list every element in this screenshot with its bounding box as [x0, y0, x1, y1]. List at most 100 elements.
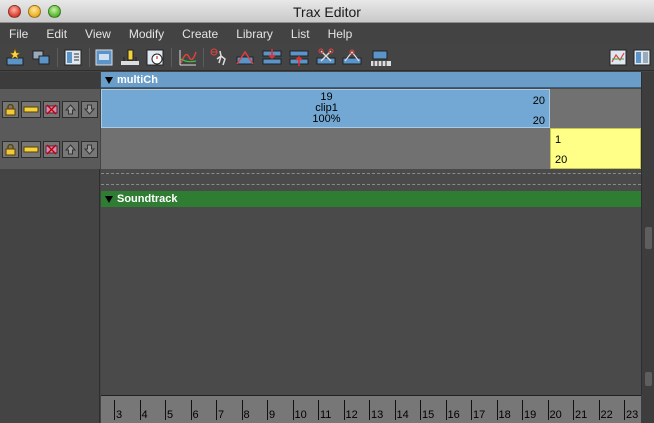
title-bar: Trax Editor — [0, 0, 654, 23]
ruler-label: 7 — [218, 409, 225, 421]
ruler-label: 16 — [447, 409, 460, 421]
graph-editor-icon[interactable] — [62, 47, 84, 68]
ruler-label: 8 — [243, 409, 250, 421]
time-ruler[interactable]: 3 4 5 6 7 8 9 10 11 12 13 14 15 16 17 18 19 20 21 22 23 — [101, 395, 641, 423]
ruler-tick — [190, 400, 192, 420]
scrollbar-thumb[interactable] — [645, 227, 652, 249]
blend-icon[interactable] — [234, 47, 256, 68]
ruler-tick — [114, 400, 115, 420]
toolbar — [0, 44, 654, 71]
clip2-end-frame: 20 — [555, 154, 568, 166]
ruler-tick — [471, 400, 472, 420]
ruler-tick — [445, 400, 447, 420]
ruler-tick — [216, 400, 217, 420]
lock-icon[interactable] — [2, 141, 19, 158]
ruler-label: 4 — [141, 409, 148, 421]
clip-scale: 100% — [312, 113, 341, 125]
ruler-tick — [241, 400, 243, 420]
frame-all-icon[interactable] — [93, 47, 115, 68]
menu-bar: File Edit View Modify Create Library Lis… — [0, 23, 654, 44]
move-down-icon[interactable] — [81, 101, 98, 118]
ruler-tick — [139, 400, 141, 420]
multich-label: multiCh — [117, 74, 158, 86]
ruler-label: 19 — [524, 409, 537, 421]
timer-icon[interactable] — [144, 47, 166, 68]
track-remove-icon[interactable] — [288, 47, 310, 68]
panel-icon[interactable] — [631, 47, 653, 68]
soundtrack-label: Soundtrack — [117, 193, 178, 205]
solo-icon[interactable] — [21, 101, 41, 118]
lock-icon[interactable] — [2, 101, 19, 118]
scrollbar-thumb-bottom[interactable] — [645, 372, 652, 386]
merge-clips-icon[interactable] — [30, 47, 52, 68]
clip-end-frame-bottom: 20 — [532, 115, 545, 127]
clip2[interactable]: 1 20 — [550, 128, 641, 169]
soundtrack-header[interactable]: Soundtrack — [101, 191, 641, 207]
move-up-icon[interactable] — [62, 101, 79, 118]
clip2-start-frame: 1 — [555, 134, 562, 146]
menu-modify[interactable]: Modify — [129, 27, 164, 41]
ruler-label: 3 — [116, 409, 123, 421]
divider-line — [101, 173, 641, 174]
menu-view[interactable]: View — [85, 27, 111, 41]
ruler-label: 15 — [422, 409, 435, 421]
character-icon[interactable] — [208, 47, 230, 68]
ruler-tick — [522, 400, 523, 420]
ruler-tick — [318, 400, 319, 420]
menu-library[interactable]: Library — [236, 27, 273, 41]
track-controls-panel — [0, 72, 100, 423]
clip-end-frame-top: 20 — [532, 95, 545, 107]
menu-edit[interactable]: Edit — [46, 27, 67, 41]
multich-track-header[interactable]: multiCh — [101, 72, 641, 88]
divider-line — [101, 184, 641, 185]
menu-list[interactable]: List — [291, 27, 310, 41]
ruler-label: 11 — [320, 409, 332, 421]
ruler-tick — [496, 400, 498, 420]
ruler-label: 5 — [167, 409, 174, 421]
track-add-icon[interactable] — [261, 47, 283, 68]
scissors-icon[interactable] — [315, 47, 337, 68]
ruler-tick — [394, 400, 396, 420]
track-controls-multich-2 — [0, 129, 100, 169]
ruler-corner — [641, 395, 654, 423]
scissors-split-icon[interactable] — [341, 47, 363, 68]
mute-icon[interactable] — [43, 141, 60, 158]
clip1[interactable]: 19 clip1 100% 20 20 — [101, 89, 550, 128]
curve-icon[interactable] — [177, 47, 199, 68]
solo-icon[interactable] — [21, 141, 41, 158]
collapse-triangle-icon[interactable] — [105, 196, 113, 203]
trax-track-area[interactable]: multiCh 19 clip1 100% 20 20 1 20 Soundtr… — [101, 72, 641, 395]
ruler-label: 10 — [294, 409, 307, 421]
ruler-tick — [267, 400, 268, 420]
track-controls-multich — [0, 89, 100, 129]
menu-help[interactable]: Help — [328, 27, 353, 41]
ruler-label: 6 — [192, 409, 199, 421]
set-key-icon[interactable] — [119, 47, 141, 68]
ruler-label: 12 — [345, 409, 358, 421]
menu-file[interactable]: File — [9, 27, 28, 41]
menu-create[interactable]: Create — [182, 27, 218, 41]
outliner-icon[interactable] — [607, 47, 629, 68]
ruler-label: 13 — [371, 409, 384, 421]
ruler-tick — [547, 400, 549, 420]
ruler-label: 9 — [269, 409, 276, 421]
move-up-icon[interactable] — [62, 141, 79, 158]
ruler-tick — [573, 400, 574, 420]
ruler-label: 21 — [575, 409, 588, 421]
ruler-label: 17 — [473, 409, 486, 421]
track-controls-header — [0, 72, 100, 89]
ruler-tick — [598, 400, 600, 420]
ruler-tick — [624, 400, 625, 420]
move-down-icon[interactable] — [81, 141, 98, 158]
ruler-label: 23 — [626, 409, 639, 421]
ruler-tick — [165, 400, 166, 420]
ruler-tick — [292, 400, 294, 420]
ruler-label: 18 — [498, 409, 511, 421]
vertical-scrollbar[interactable] — [641, 72, 654, 395]
ruler-label: 20 — [549, 409, 562, 421]
ruler-label: 22 — [600, 409, 613, 421]
mute-icon[interactable] — [43, 101, 60, 118]
create-clip-icon[interactable] — [4, 47, 26, 68]
collapse-triangle-icon[interactable] — [105, 77, 113, 84]
ruler-icon[interactable] — [370, 47, 392, 68]
